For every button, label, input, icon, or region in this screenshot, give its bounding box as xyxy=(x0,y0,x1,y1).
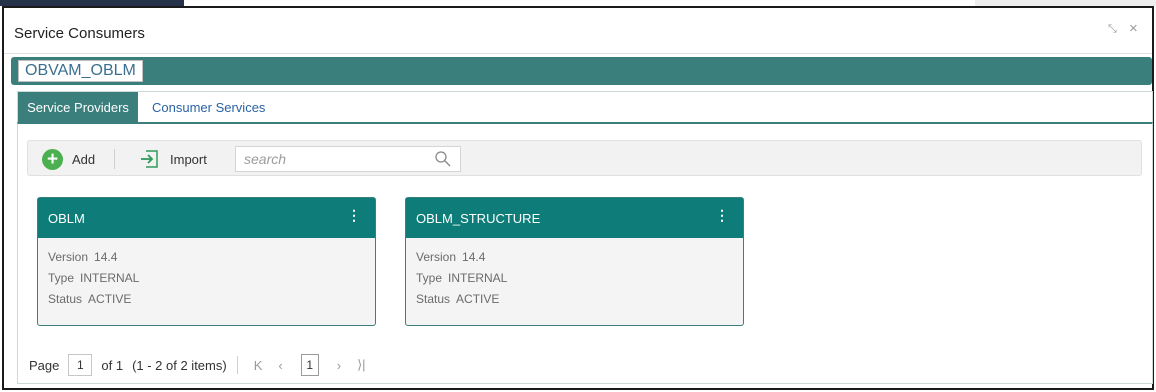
version-label: Version xyxy=(416,250,457,264)
status-row: Status ACTIVE xyxy=(416,289,733,310)
card-header: OBLM ⋮ xyxy=(38,198,375,238)
type-label: Type xyxy=(416,271,443,285)
type-row: Type INTERNAL xyxy=(48,268,365,289)
page-label: Page xyxy=(29,357,60,373)
version-label: Version xyxy=(48,250,89,264)
card-title: OBLM xyxy=(48,211,85,226)
kebab-menu-icon[interactable]: ⋮ xyxy=(715,208,729,222)
card-title: OBLM_STRUCTURE xyxy=(416,211,541,226)
version-value: 14.4 xyxy=(462,250,486,264)
card-header: OBLM_STRUCTURE ⋮ xyxy=(406,198,743,238)
tab-service-providers[interactable]: Service Providers xyxy=(18,92,138,124)
context-name: OBVAM_OBLM xyxy=(18,60,143,82)
page-count: of 1 xyxy=(101,357,124,373)
status-label: Status xyxy=(48,292,83,306)
next-page-icon[interactable]: › xyxy=(337,358,341,373)
search-icon[interactable] xyxy=(434,150,452,168)
add-label: Add xyxy=(72,151,96,167)
toolbar: + Add Import xyxy=(27,140,1142,176)
status-value: ACTIVE xyxy=(88,292,132,306)
version-row: Version 14.4 xyxy=(48,247,365,268)
version-row: Version 14.4 xyxy=(416,247,733,268)
service-consumers-window: Service Consumers ⤡ × OBVAM_OBLM Service… xyxy=(2,6,1154,390)
window-titlebar: Service Consumers ⤡ × xyxy=(4,8,1152,54)
status-label: Status xyxy=(416,292,451,306)
search-input[interactable] xyxy=(236,147,416,171)
import-button[interactable]: Import xyxy=(139,147,207,171)
context-bar: OBVAM_OBLM xyxy=(11,57,1152,85)
add-button[interactable]: + Add xyxy=(42,147,95,171)
items-summary: (1 - 2 of 2 items) xyxy=(132,357,227,373)
pagination: Page 1 of 1 (1 - 2 of 2 items) K ‹ 1 › ⟩… xyxy=(29,353,374,377)
service-provider-card[interactable]: OBLM ⋮ Version 14.4 Type INTERNAL Status AC… xyxy=(37,197,376,326)
card-body: Version 14.4 Type INTERNAL Status ACTIVE xyxy=(38,238,375,319)
last-page-icon[interactable]: ⟩| xyxy=(357,357,365,373)
type-value: INTERNAL xyxy=(80,271,140,285)
pager-divider xyxy=(236,356,238,374)
service-provider-card[interactable]: OBLM_STRUCTURE ⋮ Version 14.4 Type INTERNA… xyxy=(405,197,744,326)
tab-strip: Service Providers Consumer Services xyxy=(17,91,1153,124)
type-row: Type INTERNAL xyxy=(416,268,733,289)
page-number-input[interactable]: 1 xyxy=(68,354,93,376)
kebab-menu-icon[interactable]: ⋮ xyxy=(347,208,361,222)
import-label: Import xyxy=(170,151,207,167)
type-value: INTERNAL xyxy=(448,271,508,285)
plus-icon: + xyxy=(42,148,63,170)
first-page-icon[interactable]: K xyxy=(254,358,263,373)
status-value: ACTIVE xyxy=(456,292,500,306)
tab-consumer-services[interactable]: Consumer Services xyxy=(152,92,265,124)
window-title: Service Consumers xyxy=(14,25,145,42)
close-icon[interactable]: × xyxy=(1129,20,1138,37)
tab-content: + Add Import OBL xyxy=(17,122,1153,384)
toolbar-divider xyxy=(114,149,115,169)
minimize-icon[interactable]: ⤡ xyxy=(1108,23,1117,36)
search-box xyxy=(235,146,461,172)
type-label: Type xyxy=(48,271,75,285)
page-button[interactable]: 1 xyxy=(300,354,319,376)
version-value: 14.4 xyxy=(94,250,118,264)
status-row: Status ACTIVE xyxy=(48,289,365,310)
prev-page-icon[interactable]: ‹ xyxy=(278,358,282,373)
import-icon xyxy=(141,150,158,168)
card-body: Version 14.4 Type INTERNAL Status ACTIVE xyxy=(406,238,743,319)
